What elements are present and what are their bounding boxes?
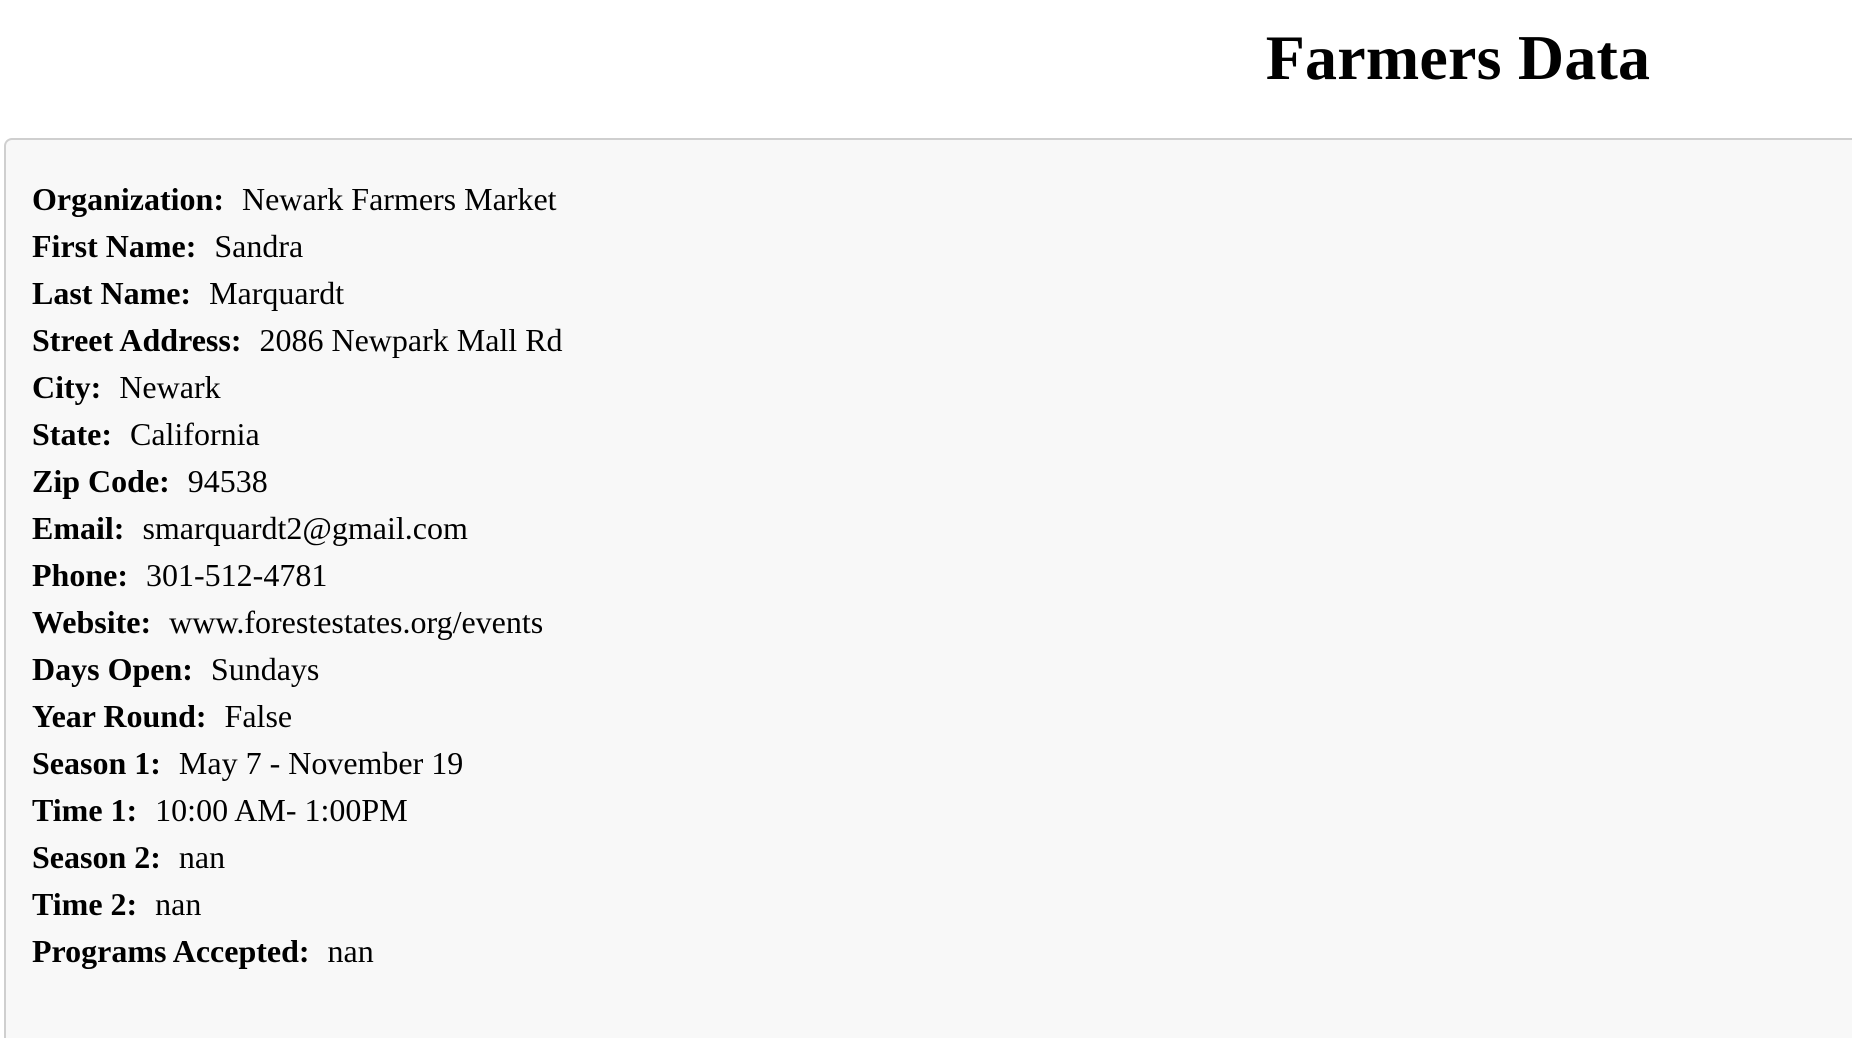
field-label: Time 2: [32,886,138,922]
page-title: Farmers Data [1265,22,1651,93]
field-year-round: Year Round: False [32,693,563,740]
field-label: Year Round: [32,698,207,734]
field-value: nan [155,886,202,922]
record-fields: Organization: Newark Farmers Market First… [32,176,563,975]
field-value: Sundays [210,651,320,687]
field-city: City: Newark [32,364,563,411]
field-value: 94538 [187,463,268,499]
field-value: Newark [119,369,221,405]
field-label: Days Open: [32,651,193,687]
field-label: Season 1: [32,745,161,781]
field-street-address: Street Address: 2086 Newpark Mall Rd [32,317,563,364]
field-label: First Name: [32,228,197,264]
field-label: Email: [32,510,125,546]
field-label: Website: [32,604,152,640]
field-phone: Phone: 301-512-4781 [32,552,563,599]
field-first-name: First Name: Sandra [32,223,563,270]
field-value: 10:00 AM- 1:00PM [155,792,408,828]
field-value: Newark Farmers Market [241,181,557,217]
field-value: www.forestestates.org/events [169,604,544,640]
field-value: nan [178,839,226,875]
field-time-1: Time 1: 10:00 AM- 1:00PM [32,787,563,834]
field-value: smarquardt2@gmail.com [142,510,468,546]
field-label: Time 1: [32,792,138,828]
field-value: Sandra [214,228,304,264]
field-label: Zip Code: [32,463,170,499]
field-label: Programs Accepted: [32,933,310,969]
field-last-name: Last Name: Marquardt [32,270,563,317]
field-value: California [129,416,260,452]
field-value: May 7 - November 19 [178,745,464,781]
field-label: Organization: [32,181,224,217]
field-label: Street Address: [32,322,242,358]
field-label: Last Name: [32,275,192,311]
field-state: State: California [32,411,563,458]
field-value: Marquardt [209,275,345,311]
field-zip-code: Zip Code: 94538 [32,458,563,505]
field-label: Phone: [32,557,128,593]
field-time-2: Time 2: nan [32,881,563,928]
field-email: Email: smarquardt2@gmail.com [32,505,563,552]
field-days-open: Days Open: Sundays [32,646,563,693]
field-programs-accepted: Programs Accepted: nan [32,928,563,975]
field-season-1: Season 1: May 7 - November 19 [32,740,563,787]
field-season-2: Season 2: nan [32,834,563,881]
field-value: False [224,698,293,734]
field-label: State: [32,416,112,452]
field-label: City: [32,369,102,405]
field-value: nan [327,933,374,969]
field-value: 2086 Newpark Mall Rd [259,322,563,358]
field-organization: Organization: Newark Farmers Market [32,176,563,223]
field-label: Season 2: [32,839,161,875]
field-value: 301-512-4781 [146,557,328,593]
field-website: Website: www.forestestates.org/events [32,599,563,646]
